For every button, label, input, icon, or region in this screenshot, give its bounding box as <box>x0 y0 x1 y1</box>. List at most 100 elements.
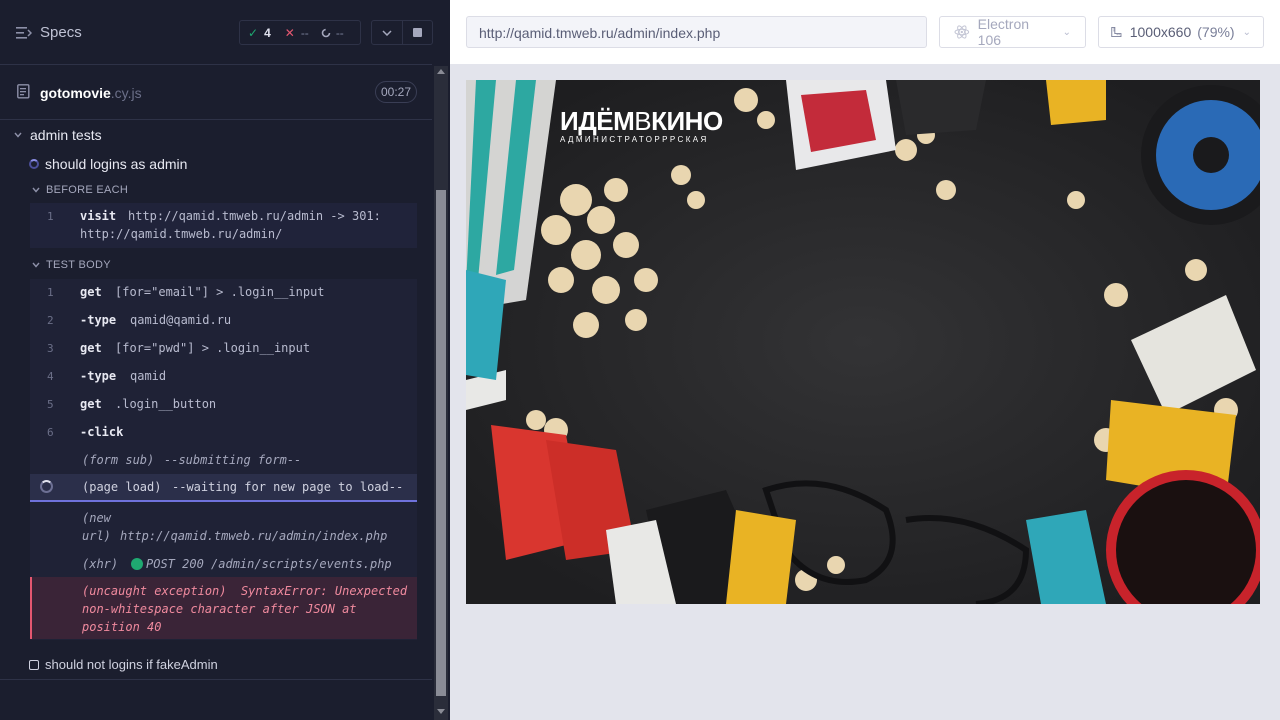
test-title: should logins as admin <box>45 156 188 172</box>
command-message: [for="pwd"] > .login__input <box>115 341 311 355</box>
command-number: 1 <box>47 286 54 299</box>
suite-title-row[interactable]: admin tests <box>14 127 102 143</box>
chevron-down-icon <box>32 187 40 193</box>
reporter-header: Specs ✓ 4 ✕ -- -- <box>0 0 433 65</box>
stop-button[interactable] <box>403 21 433 44</box>
aut-iframe[interactable]: ИДЁМВКИНО АДМИНИСТРАТОРРРСКАЯ <box>466 80 1260 604</box>
before-each-hook-title[interactable]: BEFORE EACH <box>32 184 128 196</box>
stop-icon <box>412 28 422 37</box>
browser-selector[interactable]: Electron 106 ⌄ <box>939 16 1086 48</box>
pending-value: -- <box>335 25 344 40</box>
failed-value: -- <box>300 25 309 40</box>
command-number: 5 <box>47 398 54 411</box>
pending-test-icon <box>29 659 39 670</box>
suite-title: admin tests <box>30 127 102 143</box>
passed-value: 4 <box>264 25 271 40</box>
logo-word-1: ИДЁМ <box>560 106 635 136</box>
event-message: POST 200 /admin/scripts/events.php <box>146 557 392 571</box>
logo-word-3: КИНО <box>651 106 723 136</box>
command-message: http://qamid.tmweb.ru/admin -> 301: <box>128 209 381 223</box>
check-icon: ✓ <box>248 25 259 40</box>
aut-url-bar[interactable]: http://qamid.tmweb.ru/admin/index.php <box>466 16 927 48</box>
aut-header: http://qamid.tmweb.ru/admin/index.php El… <box>450 0 1280 64</box>
scroll-up-arrow-icon[interactable] <box>437 69 445 74</box>
divider <box>0 679 432 680</box>
electron-icon <box>954 25 970 39</box>
spec-file-basename: gotomovie <box>40 85 111 101</box>
command-name: visit <box>80 209 117 223</box>
command-message: [for="email"] > .login__input <box>115 285 325 299</box>
error-label: (uncaught exception) <box>82 584 227 598</box>
hook-label: BEFORE EACH <box>46 184 129 196</box>
hook-label: TEST BODY <box>46 259 111 271</box>
event-label: (xhr) <box>82 557 119 571</box>
command-number: 3 <box>47 342 54 355</box>
command-name: -type <box>80 369 117 383</box>
run-controls <box>371 20 433 45</box>
uncaught-exception-event[interactable]: (uncaught exception) SyntaxError: Unexpe… <box>30 577 417 639</box>
command-name: get <box>80 285 102 299</box>
spec-file-header: gotomovie.cy.js 00:27 <box>0 66 432 120</box>
event-message: http://qamid.tmweb.ru/admin/index.php <box>120 529 388 543</box>
command-message: qamid <box>130 369 167 383</box>
failed-count: ✕ -- <box>285 26 309 40</box>
before-each-commands: 1 visit http://qamid.tmweb.ru/admin -> 3… <box>30 203 417 248</box>
app-under-test-panel: http://qamid.tmweb.ru/admin/index.php El… <box>450 0 1280 720</box>
expand-collapse-button[interactable] <box>372 21 403 44</box>
chevron-down-icon: ⌄ <box>1242 26 1251 38</box>
test-title: should not logins if fakeAdmin <box>45 657 218 672</box>
chevron-down-icon <box>382 29 392 36</box>
test-body-hook-title[interactable]: TEST BODY <box>32 259 111 271</box>
document-icon <box>17 84 30 99</box>
viewport-dimensions: 1000x660 <box>1129 24 1192 40</box>
viewport-selector[interactable]: 1000x660 (79%) ⌄ <box>1098 16 1264 48</box>
ruler-icon <box>1111 26 1122 38</box>
specs-toggle-button[interactable]: Specs <box>16 24 82 41</box>
site-logo[interactable]: ИДЁМВКИНО АДМИНИСТРАТОРРРСКАЯ <box>560 106 723 144</box>
command-number: 6 <box>47 426 54 439</box>
error-text: (uncaught exception) SyntaxError: Unexpe… <box>82 582 417 636</box>
command-number: 2 <box>47 314 54 327</box>
command-message: .login__button <box>115 397 217 411</box>
pending-count: -- <box>321 26 344 40</box>
viewport-scale: (79%) <box>1197 24 1235 40</box>
chevron-down-icon <box>14 132 22 138</box>
command-log-panel: Specs ✓ 4 ✕ -- -- gotomovie.cy.js 00:27 … <box>0 0 450 720</box>
command-row[interactable]: 1 visit http://qamid.tmweb.ru/admin -> 3… <box>30 209 417 245</box>
scroll-down-arrow-icon[interactable] <box>437 709 445 714</box>
command-message: qamid@qamid.ru <box>130 313 232 327</box>
event-label: (form sub) <box>82 453 155 467</box>
reporter-scrollbar[interactable] <box>434 66 448 720</box>
command-number: 4 <box>47 370 54 383</box>
command-name: get <box>80 397 102 411</box>
command-message-continued: http://qamid.tmweb.ru/admin/ <box>80 227 283 241</box>
logo-subtitle: АДМИНИСТРАТОРРРСКАЯ <box>560 135 709 144</box>
event-message: --submitting form-- <box>164 453 302 467</box>
chevron-down-icon: ⌄ <box>1062 26 1071 38</box>
page-load-event[interactable]: (page load) --waiting for new page to lo… <box>30 474 417 502</box>
error-message-line3: position 40 <box>82 620 162 634</box>
spec-file-ext: .cy.js <box>110 85 142 101</box>
test-stats: ✓ 4 ✕ -- -- <box>239 20 361 45</box>
spec-file-name[interactable]: gotomovie.cy.js <box>40 85 142 101</box>
loading-spinner-icon <box>40 480 53 493</box>
error-message-line2: non-whitespace character after JSON at <box>82 602 357 616</box>
command-name: -click <box>80 425 124 439</box>
chevron-down-icon <box>32 262 40 268</box>
command-number: 1 <box>47 210 54 223</box>
event-label: (new <box>82 511 111 525</box>
browser-name: Electron 106 <box>977 16 1030 48</box>
test-row-pending[interactable]: should not logins if fakeAdmin <box>29 657 218 672</box>
logo-word-2: В <box>634 106 652 136</box>
test-row-running[interactable]: should logins as admin <box>29 156 187 172</box>
passed-count: ✓ 4 <box>248 26 271 40</box>
scrollbar-thumb[interactable] <box>436 190 446 696</box>
xhr-status-dot-icon <box>131 558 143 570</box>
error-message: SyntaxError: Unexpected <box>240 584 408 598</box>
logo-title: ИДЁМВКИНО <box>560 106 723 137</box>
run-duration: 00:27 <box>375 81 417 103</box>
pending-circle-icon <box>321 28 331 37</box>
event-label: (page load) <box>82 480 162 494</box>
new-url-event[interactable]: (new url) http://qamid.tmweb.ru/admin/in… <box>30 511 417 547</box>
event-label-continued: url) <box>82 529 111 543</box>
